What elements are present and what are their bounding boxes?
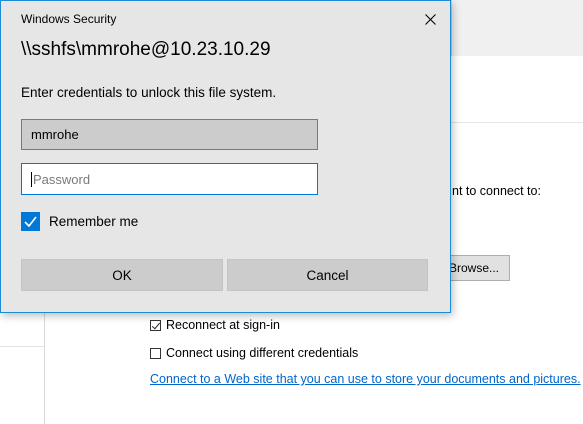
background-divider [0,346,44,347]
remember-me-row[interactable]: Remember me [21,212,138,231]
connect-prompt-text: nt to connect to: [452,184,541,198]
checkmark-icon [24,216,37,228]
different-credentials-row[interactable]: Connect using different credentials [150,346,358,360]
text-caret [31,171,32,187]
windows-security-dialog: Windows Security \\sshfs\mmrohe@10.23.10… [0,0,451,313]
background-window-titlebar [451,0,583,57]
password-field[interactable]: Password [21,163,318,195]
different-credentials-checkbox[interactable] [150,347,161,359]
close-icon [424,13,436,25]
reconnect-row[interactable]: Reconnect at sign-in [150,318,280,332]
password-placeholder: Password [33,171,91,187]
background-window-edge [451,0,452,56]
reconnect-checkbox[interactable] [150,319,161,331]
resource-path-heading: \\sshfs\mmrohe@10.23.10.29 [21,39,271,60]
close-button[interactable] [418,7,442,31]
username-field[interactable]: mmrohe [21,119,318,150]
ok-button[interactable]: OK [21,259,223,291]
reconnect-label: Reconnect at sign-in [166,318,280,332]
remember-me-checkbox[interactable] [21,212,40,231]
background-header-band [451,56,583,123]
cancel-button[interactable]: Cancel [227,259,428,291]
remember-me-label: Remember me [49,214,139,229]
different-credentials-label: Connect using different credentials [166,346,359,360]
web-site-link[interactable]: Connect to a Web site that you can use t… [150,372,581,386]
dialog-title: Windows Security [21,12,117,26]
dialog-instructions: Enter credentials to unlock this file sy… [21,85,277,100]
